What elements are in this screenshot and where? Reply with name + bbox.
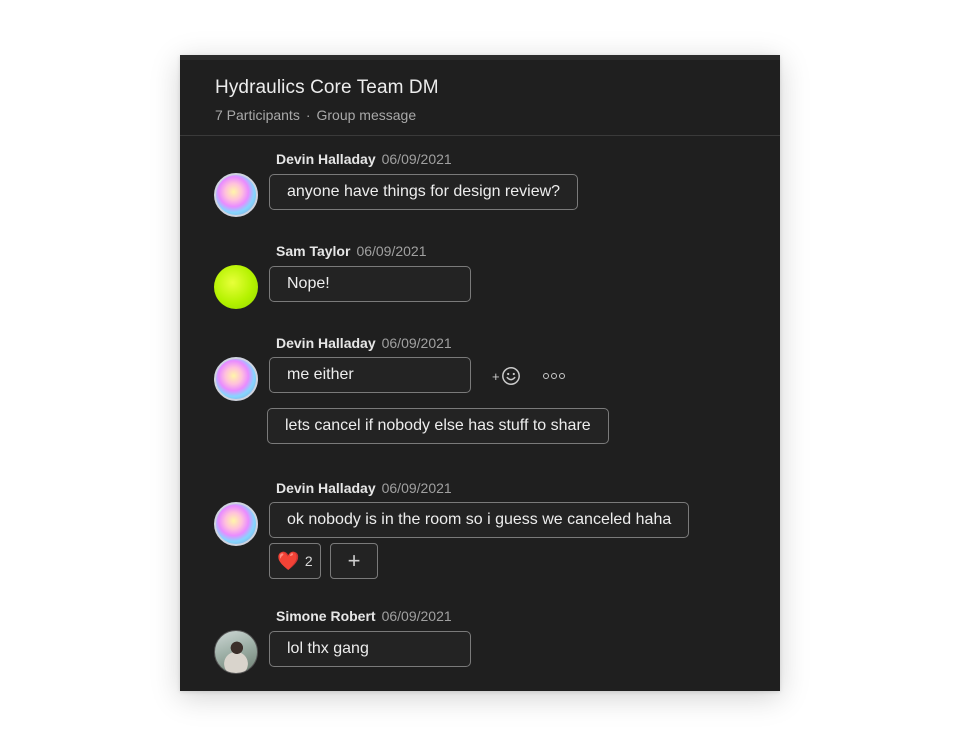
message-meta: Sam Taylor 06/09/2021 [276,243,427,259]
more-options-icon[interactable] [542,373,565,379]
message-bubble[interactable]: ok nobody is in the room so i guess we c… [269,502,690,538]
message-panel: Hydraulics Core Team DM 7 Participants · G… [180,55,780,691]
message-meta: Simone Robert 06/09/2021 [276,608,452,624]
conversation-title: Hydraulics Core Team DM [215,77,439,98]
avatar[interactable] [214,357,258,401]
message-bubble[interactable]: anyone have things for design review? [269,174,579,210]
author-name[interactable]: Simone Robert [276,608,376,624]
message-meta: Devin Halladay 06/09/2021 [276,335,452,351]
reaction-count: 2 [304,553,313,569]
message-bubble[interactable]: Nope! [269,266,471,302]
author-name[interactable]: Sam Taylor [276,243,350,259]
message-bubble[interactable]: lol thx gang [269,631,471,667]
message-bubble[interactable]: lets cancel if nobody else has stuff to … [267,408,609,444]
heart-icon: ❤️ [277,550,300,571]
message-date: 06/09/2021 [381,480,452,496]
conversation-subtitle: 7 Participants · Group message [215,107,416,123]
avatar[interactable] [214,173,258,217]
avatar[interactable] [214,265,258,309]
message-date: 06/09/2021 [381,335,452,351]
avatar[interactable] [214,502,258,546]
participants-count[interactable]: 7 Participants [215,107,300,123]
message-meta: Devin Halladay 06/09/2021 [276,480,452,496]
subtitle-separator: · [305,107,311,123]
avatar[interactable] [214,630,258,674]
reaction-heart[interactable]: ❤️ 2 [269,543,321,579]
message-date: 06/09/2021 [381,608,452,624]
message-hover-actions: + [492,366,565,386]
author-name[interactable]: Devin Halladay [276,151,376,167]
message-bubble[interactable]: me either [269,357,471,393]
add-reaction-button[interactable]: + [330,543,378,579]
message-meta: Devin Halladay 06/09/2021 [276,151,452,167]
author-name[interactable]: Devin Halladay [276,480,376,496]
message-date: 06/09/2021 [381,151,452,167]
conversation-header: Hydraulics Core Team DM 7 Participants · G… [180,60,780,136]
message-date: 06/09/2021 [356,243,427,259]
add-emoji-icon[interactable]: + [492,366,521,386]
author-name[interactable]: Devin Halladay [276,335,376,351]
conversation-type: Group message [316,107,417,123]
